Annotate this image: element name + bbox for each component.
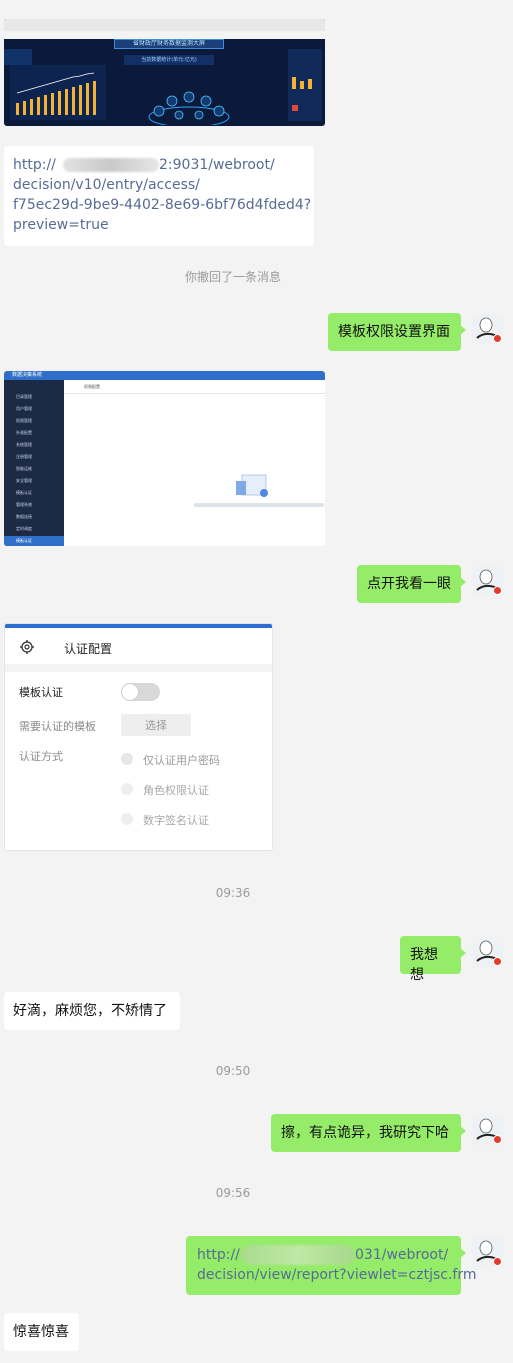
message-open-look[interactable]: 点开我看一眼	[357, 565, 466, 603]
browser-bar	[4, 19, 325, 31]
message-ok[interactable]: 好滴，麻烦您，不矫情了	[4, 992, 180, 1030]
admin-tab-label: 权限配置	[84, 384, 100, 389]
admin-menu-6: 注册管理	[16, 454, 32, 459]
admin-menu-8: 安全管理	[16, 478, 32, 483]
radio-icon	[121, 753, 133, 765]
option-label: 仅认证用户密码	[143, 754, 220, 767]
timestamp: 09:56	[215, 1186, 251, 1200]
auth-divider	[5, 664, 272, 672]
message-weird[interactable]: 擦，有点诡异，我研究下哈	[271, 1114, 466, 1152]
auth-option-digital-signature[interactable]: 数字签名认证	[121, 811, 271, 827]
avatar[interactable]	[473, 566, 503, 596]
message-template-permission[interactable]: 模板权限设置界面	[328, 313, 466, 351]
message-text: 擦，有点诡异，我研究下哈	[281, 1125, 449, 1141]
link-message-2[interactable]: http:// 031/webroot/ decision/view/repor…	[186, 1236, 477, 1295]
link2-line2: decision/view/report?viewlet=cztjsc.frm	[197, 1267, 477, 1283]
admin-menu-11: 数据连接	[16, 514, 32, 519]
empty-state-text	[194, 503, 324, 507]
need-auth-label: 需要认证的模板	[19, 720, 96, 733]
radio-icon	[121, 813, 133, 825]
admin-menu-active: 模板认证	[4, 536, 64, 546]
link2-redaction	[241, 1245, 355, 1265]
message-text: 惊喜惊喜	[13, 1324, 69, 1340]
timestamp: 09:50	[215, 1064, 251, 1078]
admin-menu-5: 系统管理	[16, 442, 32, 447]
timestamp: 09:36	[215, 886, 251, 900]
link1-line1-rest: 2:9031/webroot/	[159, 157, 275, 173]
dashboard-title: 省财政厅财务数据监测大屏	[132, 40, 205, 47]
admin-menu-10: 管理系统	[16, 502, 32, 507]
message-surprise[interactable]: 惊喜惊喜	[4, 1313, 79, 1351]
dashboard-subtitle: 当前数据统计(单元:亿元)	[141, 57, 197, 63]
message-text: 好滴，麻烦您，不矫情了	[13, 1003, 167, 1019]
auth-card-title: 认证配置	[64, 642, 113, 656]
link1-redaction	[63, 158, 159, 172]
avatar[interactable]	[473, 937, 503, 967]
auth-method-label: 认证方式	[19, 750, 63, 763]
avatar-badge	[493, 334, 502, 343]
dashboard-header: 省财政厅财务数据监测大屏	[114, 39, 224, 49]
link-message-1[interactable]: http:// 2:9031/webroot/ decision/v10/ent…	[4, 146, 314, 246]
link2-line1-rest: 031/webroot/	[355, 1247, 449, 1263]
browser-bookmarks	[4, 31, 325, 39]
link2-prefix: http://	[197, 1247, 240, 1263]
avatar[interactable]	[473, 1115, 503, 1145]
admin-menu-3: 权限管理	[16, 418, 32, 423]
admin-menu-9: 模板认证	[16, 490, 32, 495]
avatar-badge	[493, 957, 502, 966]
dashboard-subheader: 当前数据统计(单元:亿元)	[124, 55, 214, 65]
dashboard-bar-chart	[10, 65, 106, 120]
option-label: 角色权限认证	[143, 784, 209, 797]
recall-note: 你撤回了一条消息	[184, 270, 281, 284]
message-text: 模板权限设置界面	[338, 324, 450, 340]
admin-menu-2: 用户管理	[16, 406, 32, 411]
admin-title: 数据决策系统	[12, 372, 43, 378]
select-button[interactable]: 选择	[121, 714, 191, 736]
template-auth-label: 模板认证	[19, 686, 63, 699]
admin-sidebar: 目录管理 用户管理 权限管理 外观配置 系统管理 注册管理 智能运维 安全管理 …	[4, 380, 64, 546]
avatar-badge	[493, 586, 502, 595]
avatar[interactable]	[473, 1237, 503, 1267]
avatar[interactable]	[473, 314, 503, 344]
admin-menu-4: 外观配置	[16, 430, 32, 435]
admin-menu-12: 定时调度	[16, 526, 32, 531]
message-think[interactable]: 我想想	[400, 936, 466, 983]
dashboard-left-panel	[4, 49, 32, 65]
radio-icon	[121, 783, 133, 795]
dashboard-screenshot[interactable]: 省财政厅财务数据监测大屏 当前数据统计(单元:亿元)	[4, 19, 325, 126]
dashboard-right-panel	[288, 49, 322, 121]
toggle-knob	[122, 684, 138, 700]
message-text: 我想想	[410, 947, 438, 983]
admin-tab: 权限配置	[64, 380, 325, 394]
empty-state-icon	[236, 474, 268, 497]
avatar-badge	[493, 1135, 502, 1144]
message-text: 点开我看一眼	[367, 576, 451, 592]
gear-icon	[19, 639, 35, 655]
auth-config-screenshot[interactable]: 认证配置 模板认证 需要认证的模板 选择 认证方式 仅认证用户密码 角色权限认证…	[4, 623, 273, 851]
select-button-label: 选择	[145, 719, 167, 732]
dashboard-center-graphic	[148, 91, 230, 125]
admin-screenshot[interactable]: 数据决策系统 目录管理 用户管理 权限管理 外观配置 系统管理 注册管理 智能运…	[4, 371, 325, 546]
template-auth-toggle[interactable]	[121, 683, 160, 701]
link1-rest: decision/v10/entry/access/ f75ec29d-9be9…	[13, 177, 312, 233]
admin-menu-1: 目录管理	[16, 394, 32, 399]
option-label: 数字签名认证	[143, 814, 209, 827]
avatar-badge	[493, 1257, 502, 1266]
admin-menu-7: 智能运维	[16, 466, 32, 471]
admin-menu-13: 模板认证	[16, 538, 32, 543]
auth-accent-bar	[5, 624, 272, 628]
auth-option-user-password[interactable]: 仅认证用户密码	[121, 751, 271, 767]
admin-topbar: 数据决策系统	[4, 371, 325, 380]
link1-prefix: http://	[13, 157, 56, 173]
auth-option-role-permission[interactable]: 角色权限认证	[121, 781, 271, 797]
